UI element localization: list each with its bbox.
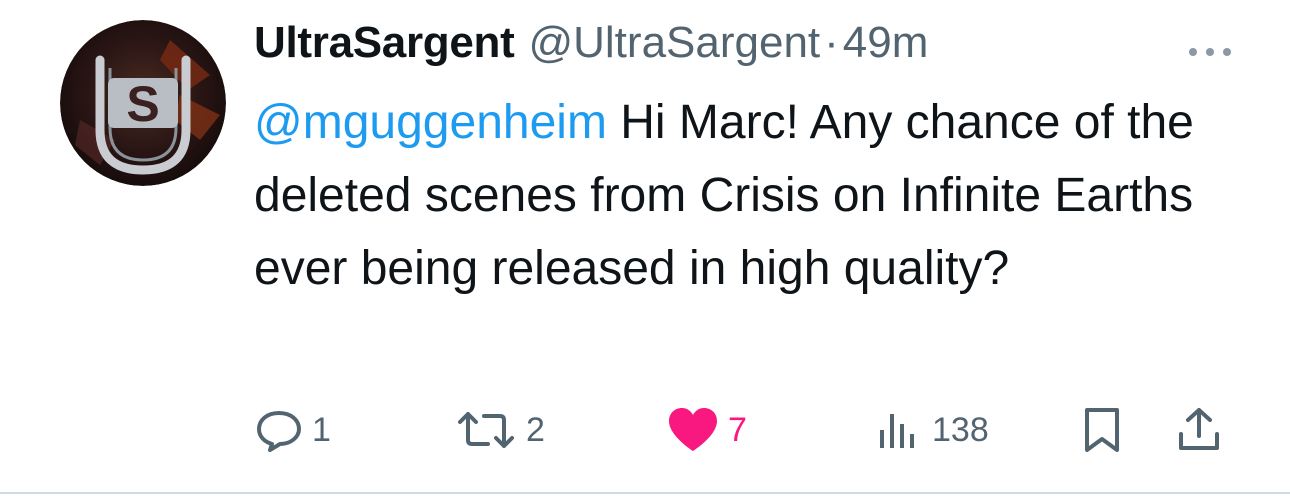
like-count: 7 [728,410,747,449]
more-dots-icon [1189,48,1231,56]
views-icon [880,414,914,448]
timestamp[interactable]: 49m [843,18,929,68]
header-separator: · [824,18,839,67]
retweet-count: 2 [526,410,545,449]
user-handle[interactable]: @UltraSargent [528,18,820,68]
more-options-button[interactable] [1180,32,1240,72]
share-button[interactable] [1176,400,1222,460]
mention-link[interactable]: @mguggenheim [254,96,607,149]
reply-icon [257,411,301,452]
avatar[interactable]: S [60,20,226,186]
display-name[interactable]: UltraSargent [254,18,515,68]
bookmark-button[interactable] [1082,400,1122,460]
tweet-body: UltraSargent @UltraSargent · 49m @mgugge… [254,14,1244,305]
retweet-button[interactable]: 2 [454,400,545,460]
reply-button[interactable]: 1 [254,400,331,460]
retweet-icon [458,412,514,448]
tweet[interactable]: S UltraSargent @UltraSargent · 49m @mgug… [0,0,1290,500]
heart-icon [669,408,717,451]
like-button[interactable]: 7 [666,400,747,460]
tweet-header: UltraSargent @UltraSargent · 49m [254,14,1244,72]
tweet-text: @mguggenheim Hi Marc! Any chance of the … [254,86,1214,305]
bookmark-icon [1085,408,1119,452]
avatar-letter: S [126,76,159,132]
divider [0,492,1290,494]
reply-count: 1 [312,410,331,449]
views-count: 138 [932,410,989,449]
avatar-logo-icon: S [60,20,226,186]
action-bar: 1 2 7 138 [254,400,1229,460]
views-button[interactable]: 138 [874,400,989,460]
share-icon [1179,408,1219,450]
